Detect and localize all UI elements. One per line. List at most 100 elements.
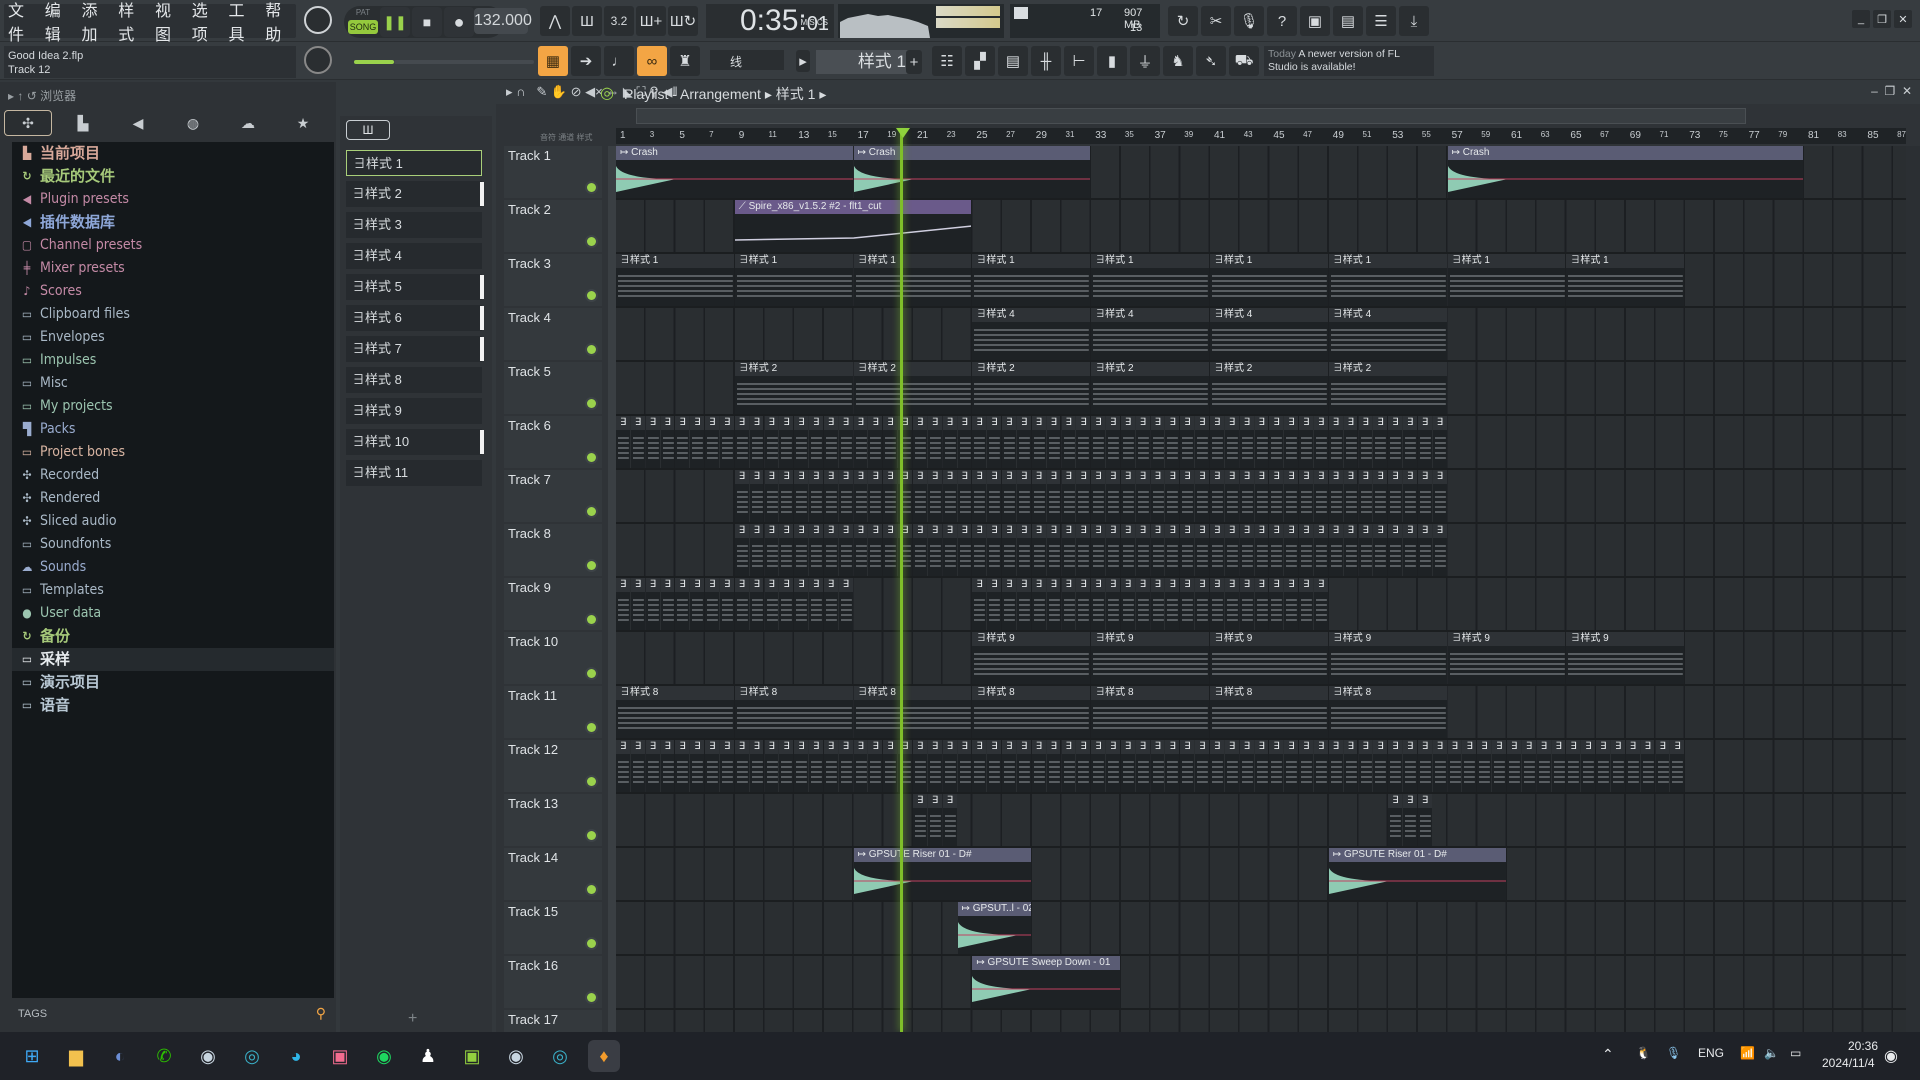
pattern-clip[interactable]: ∃ [1180, 578, 1195, 630]
track-mute-led[interactable] [587, 561, 596, 570]
pattern-clip[interactable]: ∃ [1091, 578, 1106, 630]
microphone-tray-icon[interactable]: 🎙 [1666, 1046, 1681, 1060]
browser-item[interactable]: ♪ Scores [12, 280, 334, 303]
record-button[interactable]: ● [444, 7, 474, 37]
pattern-clip[interactable]: ∃ [719, 740, 734, 792]
taskbar-app-ring[interactable]: ◎ [236, 1040, 268, 1072]
pattern-clip[interactable]: ∃ [1417, 524, 1432, 576]
pattern-clip[interactable]: ∃ [1655, 740, 1670, 792]
pattern-clip[interactable]: ∃ [734, 578, 749, 630]
pattern-clip[interactable]: ∃ [1521, 740, 1536, 792]
pattern-clip[interactable]: ∃ [675, 740, 690, 792]
pattern-clip[interactable]: ∃ [1195, 740, 1209, 792]
track-mute-led[interactable] [587, 885, 596, 894]
pattern-clip[interactable]: ∃ [868, 470, 883, 522]
pattern-clip[interactable]: ∃ [823, 416, 838, 468]
pattern-clip[interactable]: ∃ [1076, 470, 1091, 522]
browser-item[interactable]: ╪ Mixer presets [12, 257, 334, 280]
pattern-clip[interactable]: ∃样式 8 [1328, 686, 1447, 738]
taskbar-bilibili[interactable]: ▣ [324, 1040, 356, 1072]
pattern-clip[interactable]: ∃ [883, 740, 898, 792]
track-header[interactable]: Track 10 [504, 632, 602, 684]
menu-item[interactable]: 样式 [118, 0, 149, 45]
pattern-clip[interactable]: ∃ [1195, 578, 1209, 630]
news-panel[interactable]: Today A newer version of FL Studio is av… [1264, 46, 1434, 76]
pattern-clip[interactable]: ∃ [1313, 578, 1328, 630]
track-mute-led[interactable] [587, 831, 596, 840]
menu-item[interactable]: 视图 [155, 0, 186, 45]
pattern-item[interactable]: ∃样式 4 [346, 243, 482, 269]
audio-clip[interactable]: ↦ Crash [1447, 146, 1803, 198]
pattern-clip[interactable]: ∃ [1091, 740, 1106, 792]
pattern-clip[interactable]: ∃ [913, 416, 927, 468]
save-icon[interactable]: ▣ [1300, 6, 1330, 36]
pattern-clip[interactable]: ∃ [1447, 740, 1462, 792]
pattern-clip[interactable]: ∃ [660, 740, 675, 792]
pattern-clip[interactable]: ∃ [838, 740, 853, 792]
pattern-clip[interactable]: ∃ [1610, 740, 1625, 792]
pattern-item[interactable]: ∃样式 11 [346, 460, 482, 486]
channel-rack-icon[interactable]: ▞ [965, 46, 995, 76]
track-mute-led[interactable] [587, 723, 596, 732]
chat-icon[interactable]: ☰ [1366, 6, 1396, 36]
pattern-clip[interactable]: ∃ [987, 416, 1002, 468]
browser-item[interactable]: ▙ 当前项目 [12, 142, 334, 165]
pattern-clip[interactable]: ∃ [1313, 416, 1328, 468]
pattern-clip[interactable]: ∃ [1299, 524, 1313, 576]
browser-item[interactable]: ◀ Plugin presets [12, 188, 334, 211]
pattern-clip[interactable]: ∃ [690, 740, 705, 792]
tempo-display[interactable]: 132.000 [474, 8, 532, 34]
taskbar-windows-start[interactable]: ⊞ [16, 1040, 48, 1072]
track-header[interactable]: Track 5 [504, 362, 602, 414]
master-volume-knob[interactable] [304, 6, 332, 34]
pattern-clip[interactable]: ∃ [1061, 578, 1076, 630]
pattern-clip[interactable]: ∃ [1239, 578, 1254, 630]
taskbar-edge[interactable]: ◕ [280, 1040, 312, 1072]
pattern-clip[interactable]: ∃ [645, 416, 660, 468]
add-pattern-button[interactable]: + [906, 50, 922, 74]
pattern-clip[interactable]: ∃样式 1 [1566, 254, 1685, 306]
pattern-clip[interactable]: ∃ [972, 470, 987, 522]
pattern-clip[interactable]: ∃ [1373, 470, 1388, 522]
track-mute-led[interactable] [587, 345, 596, 354]
pattern-clip[interactable]: ∃ [630, 740, 645, 792]
stop-button[interactable]: ■ [412, 7, 442, 37]
wifi-icon[interactable]: 📶 [1740, 1046, 1755, 1060]
browser-tab-cloud[interactable]: ☁ [224, 110, 272, 136]
pattern-clip[interactable]: ∃ [987, 740, 1002, 792]
pattern-clip[interactable]: ∃ [1358, 740, 1373, 792]
pattern-clip[interactable]: ∃ [794, 578, 809, 630]
pattern-clip[interactable]: ∃ [1120, 470, 1135, 522]
track-header[interactable]: Track 12 [504, 740, 602, 792]
pattern-clip[interactable]: ∃ [1061, 416, 1076, 468]
metronome-icon[interactable]: ⋀ [540, 6, 570, 36]
pattern-item[interactable]: ∃样式 1 [346, 150, 482, 176]
pattern-clip[interactable]: ∃ [779, 416, 794, 468]
track-mute-led[interactable] [587, 615, 596, 624]
browser-item[interactable]: ◀ 插件数据库 [12, 211, 334, 234]
pattern-clip[interactable]: ∃ [1180, 740, 1195, 792]
pattern-clip[interactable]: ∃ [1210, 578, 1224, 630]
pattern-clip[interactable]: ∃样式 1 [1210, 254, 1328, 306]
pattern-clip[interactable]: ∃ [1002, 524, 1016, 576]
pattern-clip[interactable]: ∃ [749, 578, 764, 630]
pattern-clip[interactable]: ∃样式 1 [734, 254, 853, 306]
pattern-clip[interactable]: ∃ [1195, 524, 1209, 576]
arrow-icon[interactable]: ➔ [571, 46, 601, 76]
pattern-clip[interactable]: ∃ [1388, 794, 1403, 846]
vertical-scrollbar[interactable] [1906, 146, 1920, 1032]
pattern-clip[interactable]: ∃ [1417, 794, 1432, 846]
shop-icon[interactable]: ⛟ [1229, 46, 1259, 76]
browser-item[interactable]: ✣ Recorded [12, 464, 334, 487]
browser-tab-star[interactable]: ★ [279, 110, 327, 136]
pat-song-toggle[interactable]: PAT SONG [348, 8, 378, 36]
menu-item[interactable]: 文件 [8, 0, 39, 45]
pattern-item[interactable]: ∃样式 6 [346, 305, 484, 331]
track-header[interactable]: Track 8 [504, 524, 602, 576]
browser-item[interactable]: ✣ Rendered [12, 487, 334, 510]
pattern-clip[interactable]: ∃样式 8 [972, 686, 1091, 738]
pattern-clip[interactable]: ∃ [764, 524, 779, 576]
pattern-clip[interactable]: ∃ [1031, 740, 1046, 792]
browser-item[interactable]: ▭ Clipboard files [12, 303, 334, 326]
browser-item[interactable]: ▭ Templates [12, 579, 334, 602]
